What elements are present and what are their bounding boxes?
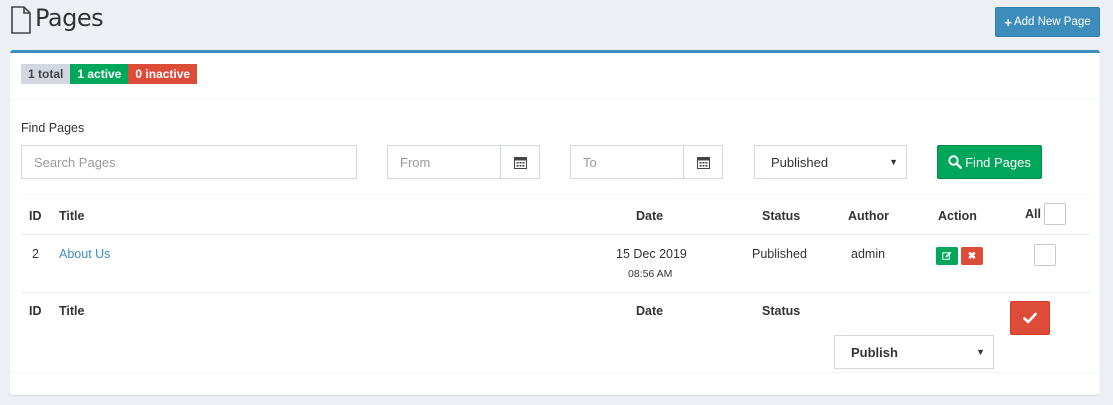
find-pages-button-label: Find Pages [965, 154, 1031, 170]
active-count-badge: 1 active [70, 64, 129, 84]
total-count-badge: 1 total [21, 64, 71, 84]
row-id: 2 [32, 247, 39, 261]
column-header-status: Status [762, 209, 801, 223]
edit-button[interactable] [936, 247, 958, 265]
apply-bulk-action-button[interactable] [1010, 301, 1050, 335]
caret-down-icon: ▼ [889, 157, 898, 167]
search-input[interactable]: Search Pages [21, 145, 357, 179]
from-placeholder: From [400, 154, 431, 170]
caret-down-icon: ▼ [976, 347, 985, 357]
page-title: Pages [35, 4, 104, 32]
divider [11, 99, 1099, 100]
to-placeholder: To [583, 154, 597, 170]
row-checkbox[interactable] [1034, 244, 1056, 266]
page-icon [11, 6, 31, 34]
footer-header-status: Status [762, 304, 801, 318]
close-icon: ✖ [967, 250, 977, 262]
divider [21, 234, 1090, 235]
footer-header-id: ID [29, 304, 42, 318]
from-date-input[interactable]: From [387, 145, 501, 179]
row-date: 15 Dec 2019 [616, 247, 687, 261]
column-header-all: All [1025, 207, 1041, 221]
check-icon [1023, 312, 1037, 324]
bulk-action-select[interactable]: Publish ▼ [834, 335, 994, 369]
column-header-action: Action [938, 209, 977, 223]
row-author: admin [851, 247, 886, 261]
to-date-input[interactable]: To [570, 145, 684, 179]
row-title-link[interactable]: About Us [59, 247, 110, 261]
bulk-action-value: Publish [851, 344, 898, 360]
calendar-icon [696, 156, 710, 169]
row-time: 08:56 AM [628, 268, 673, 280]
to-calendar-button[interactable] [683, 145, 723, 179]
find-pages-button[interactable]: Find Pages [937, 145, 1042, 179]
from-calendar-button[interactable] [500, 145, 540, 179]
divider [11, 372, 1099, 373]
column-header-author: Author [848, 209, 889, 223]
delete-button[interactable]: ✖ [961, 247, 983, 265]
column-header-date: Date [636, 209, 664, 223]
footer-header-date: Date [636, 304, 664, 318]
status-filter-select[interactable]: Published ▼ [754, 145, 907, 179]
search-placeholder: Search Pages [34, 154, 116, 170]
footer-header-title: Title [59, 304, 85, 318]
divider [21, 292, 1090, 293]
column-header-id: ID [29, 209, 42, 223]
search-icon [948, 155, 963, 169]
status-filter-value: Published [771, 154, 829, 170]
add-new-page-label: Add New Page [1013, 16, 1091, 28]
inactive-count-badge: 0 inactive [128, 64, 198, 84]
plus-icon: + [1004, 14, 1012, 30]
divider [21, 194, 1090, 195]
select-all-checkbox[interactable] [1044, 203, 1066, 225]
add-new-page-button[interactable]: + Add New Page [995, 7, 1100, 37]
find-pages-label: Find Pages [21, 121, 85, 135]
column-header-title: Title [59, 209, 85, 223]
status-counts: 1 total 1 active 0 inactive [21, 64, 198, 84]
row-status: Published [752, 247, 807, 261]
calendar-icon [513, 156, 527, 169]
edit-icon [942, 251, 952, 260]
